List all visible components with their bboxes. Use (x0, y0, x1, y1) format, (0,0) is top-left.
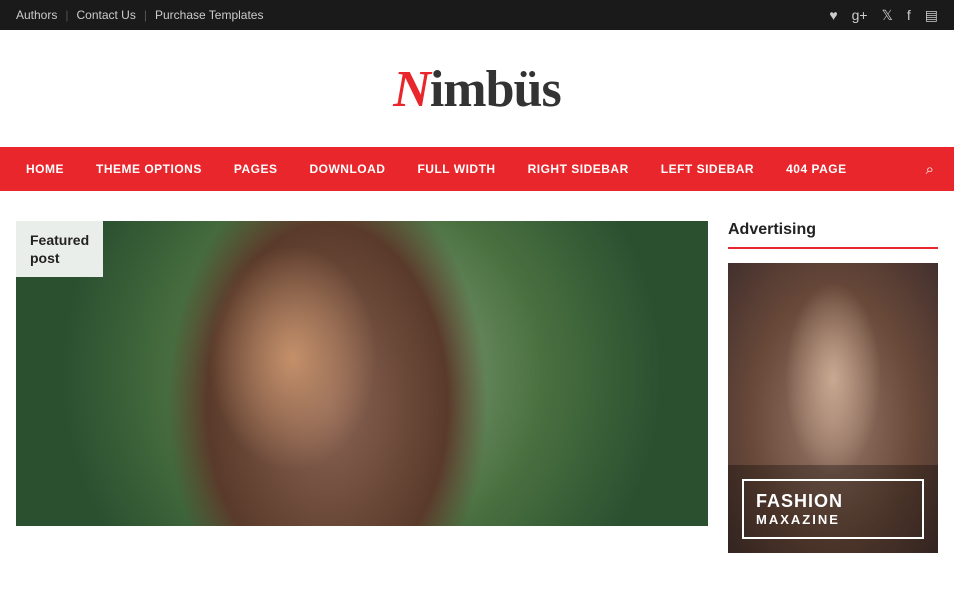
main-content: Featuredpost Advertising FASHION MAXAZIN… (0, 191, 954, 573)
featured-image-inner (16, 221, 708, 526)
ad-overlay-box: FASHION MAXAZINE (742, 479, 924, 539)
ad-title: FASHION (756, 491, 910, 512)
nav-left-sidebar[interactable]: LEFT SIDEBAR (645, 147, 770, 191)
logo-area: Nimbüs (0, 30, 954, 147)
nav-404[interactable]: 404 PAGE (770, 147, 862, 191)
nav-download[interactable]: DOWNLOAD (293, 147, 401, 191)
social-icons: ♥ g+ 𝕏 f ▤ (829, 7, 938, 24)
ad-overlay: FASHION MAXAZINE (728, 465, 938, 553)
logo-n: N (393, 61, 430, 118)
purchase-link[interactable]: Purchase Templates (155, 8, 264, 22)
nav-theme-options[interactable]: THEME OPTIONS (80, 147, 218, 191)
featured-post-area: Featuredpost (16, 221, 708, 553)
rss-icon[interactable]: ▤ (925, 7, 938, 24)
nav-items: HOME THEME OPTIONS PAGES DOWNLOAD FULL W… (10, 147, 916, 191)
nav-bar: HOME THEME OPTIONS PAGES DOWNLOAD FULL W… (0, 147, 954, 191)
ad-subtitle: MAXAZINE (756, 512, 910, 527)
logo-imb: imb (430, 61, 514, 118)
featured-label: Featuredpost (16, 221, 103, 277)
nav-pages[interactable]: PAGES (218, 147, 294, 191)
sidebar: Advertising FASHION MAXAZINE (728, 221, 938, 553)
separator-2: | (144, 8, 147, 22)
logo-s: s (541, 61, 560, 118)
separator-1: | (65, 8, 68, 22)
facebook-icon[interactable]: f (907, 7, 911, 23)
instagram-icon[interactable]: ♥ (829, 7, 837, 23)
nav-full-width[interactable]: FULL WIDTH (401, 147, 511, 191)
contact-link[interactable]: Contact Us (76, 8, 135, 22)
ad-image[interactable]: FASHION MAXAZINE (728, 263, 938, 553)
twitter-icon[interactable]: 𝕏 (882, 7, 893, 24)
google-plus-icon[interactable]: g+ (852, 7, 868, 23)
top-bar: Authors | Contact Us | Purchase Template… (0, 0, 954, 30)
nav-right-sidebar[interactable]: RIGHT SIDEBAR (512, 147, 645, 191)
nav-home[interactable]: HOME (10, 147, 80, 191)
featured-image[interactable]: Featuredpost (16, 221, 708, 526)
top-bar-links: Authors | Contact Us | Purchase Template… (16, 8, 263, 22)
logo-uml: ü (514, 61, 542, 118)
advertising-title: Advertising (728, 221, 938, 249)
search-icon[interactable]: ⌕ (916, 161, 944, 178)
authors-link[interactable]: Authors (16, 8, 57, 22)
site-logo[interactable]: Nimbüs (0, 60, 954, 119)
